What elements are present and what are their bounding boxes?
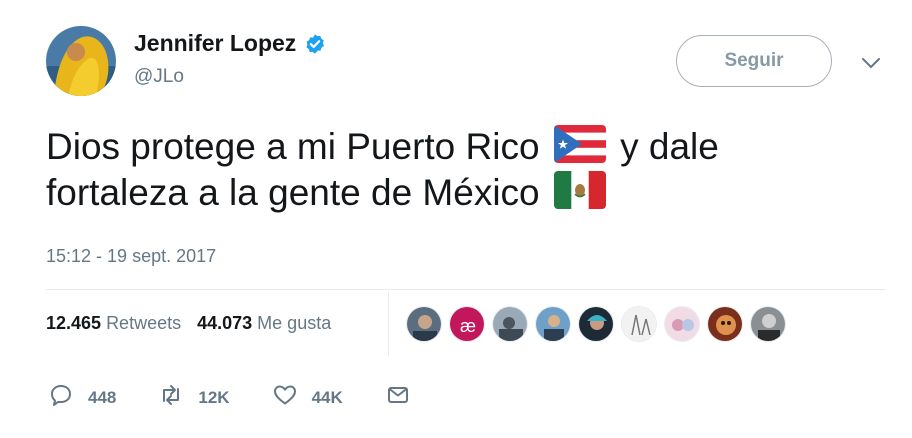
liker-avatar[interactable]	[535, 306, 571, 342]
tweet-timestamp[interactable]: 15:12 - 19 sept. 2017	[46, 246, 216, 267]
liker-avatar[interactable]	[621, 306, 657, 342]
likes-count[interactable]: 44.073	[197, 313, 252, 334]
tweet-stats: 12.465 Retweets 44.073 Me gusta	[46, 313, 331, 334]
liker-avatar[interactable]	[492, 306, 528, 342]
like-action[interactable]: 44K	[272, 382, 343, 413]
likers-avatars: æ	[406, 306, 793, 342]
tweet-text: Dios protege a mi Puerto Rico y dale for…	[46, 124, 846, 216]
svg-text:æ: æ	[460, 316, 476, 336]
reply-action[interactable]: 448	[48, 382, 116, 413]
envelope-icon[interactable]	[385, 382, 411, 413]
liker-avatar[interactable]	[707, 306, 743, 342]
avatar[interactable]	[46, 26, 116, 96]
mexico-flag-icon	[553, 171, 606, 209]
user-handle[interactable]: @JLo	[134, 66, 184, 88]
tweet-text-part1: Dios protege a mi Puerto Rico	[46, 126, 540, 167]
tweet-actions: 448 12K 44K	[48, 382, 453, 413]
puerto-rico-flag-icon	[553, 125, 606, 163]
heart-icon[interactable]	[272, 382, 298, 413]
retweet-action[interactable]: 12K	[158, 382, 230, 413]
chevron-down-icon[interactable]	[860, 56, 882, 70]
retweet-icon[interactable]	[158, 382, 184, 413]
liker-avatar[interactable]: æ	[449, 306, 485, 342]
user-name[interactable]: Jennifer Lopez	[134, 30, 326, 57]
likes-label[interactable]: Me gusta	[257, 313, 331, 334]
stats-divider	[388, 292, 389, 356]
retweet-count: 12K	[198, 387, 230, 407]
liker-avatar[interactable]	[664, 306, 700, 342]
user-name-text: Jennifer Lopez	[134, 30, 297, 56]
reply-icon[interactable]	[48, 382, 74, 413]
liker-avatar[interactable]	[750, 306, 786, 342]
retweets-label[interactable]: Retweets	[106, 313, 181, 334]
like-count: 44K	[311, 387, 343, 407]
reply-count: 448	[88, 387, 117, 407]
verified-badge-icon	[304, 33, 326, 55]
follow-button[interactable]: Seguir	[676, 35, 832, 87]
message-action[interactable]	[385, 382, 411, 413]
liker-avatar[interactable]	[406, 306, 442, 342]
liker-avatar[interactable]	[578, 306, 614, 342]
retweets-count[interactable]: 12.465	[46, 313, 101, 334]
divider	[46, 289, 886, 290]
